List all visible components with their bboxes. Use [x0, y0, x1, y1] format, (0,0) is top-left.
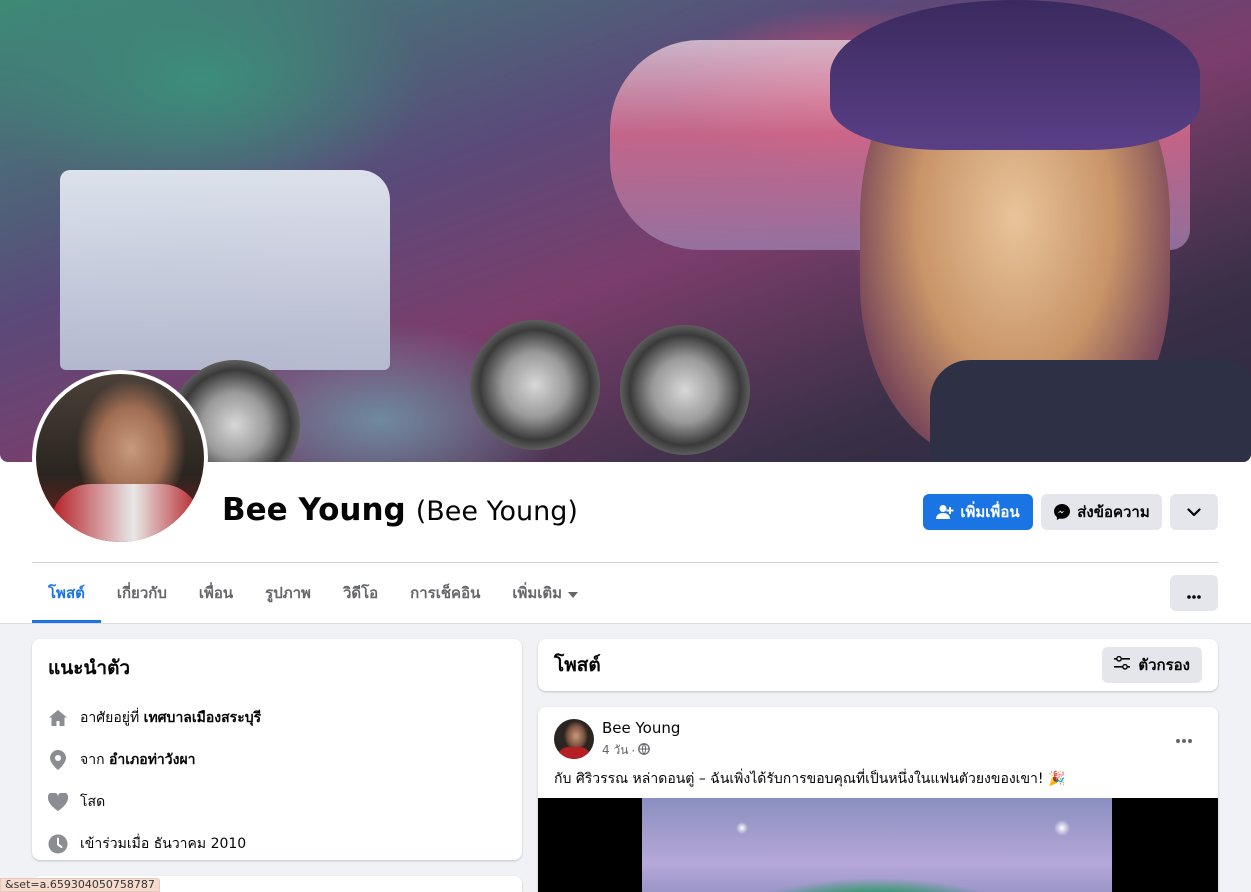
post-meta-separator: · — [631, 743, 636, 758]
messenger-icon — [1053, 503, 1071, 521]
tab-posts[interactable]: โพสต์ — [32, 563, 101, 623]
globe-icon[interactable] — [638, 743, 651, 758]
more-horizontal-icon — [1176, 728, 1192, 747]
posts-title: โพสต์ — [554, 654, 601, 676]
relationship-text: โสด — [80, 794, 106, 810]
post-author-avatar[interactable] — [554, 719, 594, 759]
link-status-bar: &set=a.659304050758787 — [0, 878, 160, 892]
clock-icon — [48, 834, 68, 854]
add-friend-button[interactable]: เพิ่มเพื่อน — [923, 494, 1033, 530]
profile-options-dropdown[interactable] — [1170, 494, 1218, 530]
from-link[interactable]: อำเภอท่าวังผา — [109, 752, 196, 768]
intro-card: แนะนำตัว อาศัยอยู่ที่ เทศบาลเมืองสระบุรี… — [32, 639, 522, 860]
message-label: ส่งข้อความ — [1077, 503, 1150, 521]
intro-relationship: โสด — [48, 781, 506, 823]
heart-icon — [48, 792, 68, 812]
tab-more[interactable]: เพิ่มเติม — [496, 563, 594, 623]
intro-joined: เข้าร่วมเมื่อ ธันวาคม 2010 — [48, 823, 506, 865]
cover-wheel — [470, 320, 600, 450]
filter-button[interactable]: ตัวกรอง — [1102, 647, 1202, 683]
lives-in-prefix: อาศัยอยู่ที่ — [80, 710, 140, 726]
profile-header: Bee Young (Bee Young) เพิ่มเพื่อน ส่งข้อ… — [0, 0, 1251, 624]
message-button[interactable]: ส่งข้อความ — [1041, 494, 1162, 530]
post-timestamp[interactable]: 4 วัน — [602, 741, 628, 760]
profile-avatar[interactable] — [32, 370, 208, 546]
profile-name: Bee Young — [222, 492, 406, 528]
filter-sliders-icon — [1114, 655, 1131, 674]
from-prefix: จาก — [80, 752, 105, 768]
joined-text: เข้าร่วมเมื่อ ธันวาคม 2010 — [80, 836, 247, 852]
cover-truck-shape — [60, 170, 390, 370]
chevron-down-icon — [1187, 507, 1201, 517]
post-options-button[interactable] — [1170, 723, 1198, 751]
profile-name-row: Bee Young (Bee Young) — [222, 492, 578, 528]
post-meta: 4 วัน · — [602, 741, 651, 760]
lives-in-link[interactable]: เทศบาลเมืองสระบุรี — [144, 710, 261, 726]
tab-checkins[interactable]: การเช็คอิน — [394, 563, 496, 623]
add-friend-icon — [936, 504, 954, 520]
posts-header-card: โพสต์ ตัวกรอง — [538, 639, 1218, 691]
cover-photo[interactable] — [0, 0, 1251, 462]
profile-tabs: โพสต์ เกี่ยวกับ เพื่อน รูปภาพ วิดีโอ การ… — [32, 563, 594, 623]
tab-videos[interactable]: วิดีโอ — [327, 563, 394, 623]
intro-lives-in: อาศัยอยู่ที่ เทศบาลเมืองสระบุรี — [48, 697, 506, 739]
caret-down-icon — [568, 584, 579, 602]
cover-wheel — [620, 325, 750, 455]
cover-shirt-shape — [930, 360, 1251, 462]
avatar-shirt-shape — [51, 484, 201, 542]
location-pin-icon — [48, 750, 68, 770]
post-text: กับ ศิริวรรณ หล่าดอนตู่ – ฉันเพิ่งได้รับ… — [554, 771, 1066, 787]
home-icon — [48, 708, 68, 728]
intro-title: แนะนำตัว — [48, 657, 131, 679]
cover-hair-shape — [830, 0, 1200, 150]
more-horizontal-icon — [1187, 584, 1201, 603]
tab-more-label: เพิ่มเติม — [512, 584, 563, 602]
tab-friends[interactable]: เพื่อน — [183, 563, 249, 623]
post-media[interactable] — [538, 798, 1218, 892]
intro-from: จาก อำเภอท่าวังผา — [48, 739, 506, 781]
tab-about[interactable]: เกี่ยวกับ — [101, 563, 183, 623]
profile-alternate-name: (Bee Young) — [415, 496, 578, 527]
tab-photos[interactable]: รูปภาพ — [249, 563, 327, 623]
intro-from-text: จาก อำเภอท่าวังผา — [80, 749, 196, 771]
avatar-image — [36, 374, 204, 542]
add-friend-label: เพิ่มเพื่อน — [960, 503, 1020, 521]
post-card: Bee Young 4 วัน · กับ ศิริวรรณ หล่าดอนตู… — [538, 707, 1218, 892]
filter-label: ตัวกรอง — [1138, 656, 1190, 674]
intro-lives-in-text: อาศัยอยู่ที่ เทศบาลเมืองสระบุรี — [80, 707, 261, 729]
post-photo — [642, 798, 1112, 892]
post-author-name[interactable]: Bee Young — [602, 719, 680, 737]
tabs-options-button[interactable] — [1170, 575, 1218, 611]
